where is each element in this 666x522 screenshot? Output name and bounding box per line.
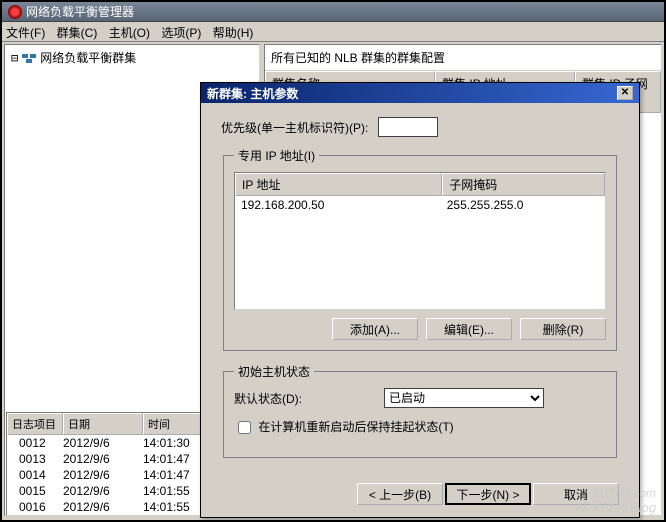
remove-button[interactable]: 删除(R) bbox=[520, 318, 606, 340]
tree-root[interactable]: ⊟ 网络负载平衡群集 bbox=[5, 45, 259, 70]
tree-toggle-icon[interactable]: ⊟ bbox=[11, 51, 18, 65]
menu-host[interactable]: 主机(O) bbox=[109, 26, 150, 40]
default-state-label: 默认状态(D): bbox=[234, 390, 374, 407]
dialog-titlebar: 新群集: 主机参数 ✕ bbox=[201, 83, 639, 103]
col-mask[interactable]: 子网掩码 bbox=[442, 173, 605, 196]
edit-button[interactable]: 编辑(E)... bbox=[426, 318, 512, 340]
cancel-button[interactable]: 取消 bbox=[533, 483, 619, 505]
dedicated-ip-group: 专用 IP 地址(I) IP 地址 子网掩码 192.168.200.50255… bbox=[223, 147, 617, 351]
initial-state-group: 初始主机状态 默认状态(D): 已启动 在计算机重新启动后保持挂起状态(T) bbox=[223, 363, 617, 458]
default-state-select[interactable]: 已启动 bbox=[384, 388, 544, 408]
menu-help[interactable]: 帮助(H) bbox=[213, 26, 254, 40]
add-button[interactable]: 添加(A)... bbox=[332, 318, 418, 340]
main-window-titlebar: 网络负载平衡管理器 bbox=[2, 2, 664, 22]
app-icon bbox=[8, 5, 22, 19]
cluster-icon bbox=[22, 52, 36, 64]
menu-cluster[interactable]: 群集(C) bbox=[57, 26, 98, 40]
log-col-date[interactable]: 日期 bbox=[63, 413, 143, 435]
menu-bar: 文件(F) 群集(C) 主机(O) 选项(P) 帮助(H) bbox=[2, 22, 664, 42]
new-cluster-dialog: 新群集: 主机参数 ✕ 优先级(单一主机标识符)(P): 1 专用 IP 地址(… bbox=[200, 82, 640, 518]
priority-label: 优先级(单一主机标识符)(P): bbox=[221, 119, 368, 136]
close-icon[interactable]: ✕ bbox=[617, 86, 633, 100]
priority-select[interactable]: 1 bbox=[378, 117, 438, 137]
ip-listview[interactable]: IP 地址 子网掩码 192.168.200.50255.255.255.0 bbox=[234, 172, 606, 310]
tree-root-label: 网络负载平衡群集 bbox=[40, 49, 136, 66]
window-title: 网络负载平衡管理器 bbox=[26, 3, 134, 20]
retain-checkbox[interactable] bbox=[238, 421, 251, 434]
dedicated-ip-legend: 专用 IP 地址(I) bbox=[234, 147, 319, 164]
list-header: 所有已知的 NLB 群集的群集配置 bbox=[265, 45, 661, 71]
menu-options[interactable]: 选项(P) bbox=[161, 26, 201, 40]
initial-state-legend: 初始主机状态 bbox=[234, 363, 314, 380]
dialog-title: 新群集: 主机参数 bbox=[207, 85, 298, 102]
next-button[interactable]: 下一步(N) > bbox=[445, 483, 531, 505]
menu-file[interactable]: 文件(F) bbox=[6, 26, 45, 40]
log-col-item[interactable]: 日志项目 bbox=[7, 413, 63, 435]
col-ip[interactable]: IP 地址 bbox=[235, 173, 442, 196]
retain-check-label[interactable]: 在计算机重新启动后保持挂起状态(T) bbox=[234, 418, 454, 437]
ip-row[interactable]: 192.168.200.50255.255.255.0 bbox=[235, 196, 605, 214]
back-button[interactable]: < 上一步(B) bbox=[357, 483, 443, 505]
